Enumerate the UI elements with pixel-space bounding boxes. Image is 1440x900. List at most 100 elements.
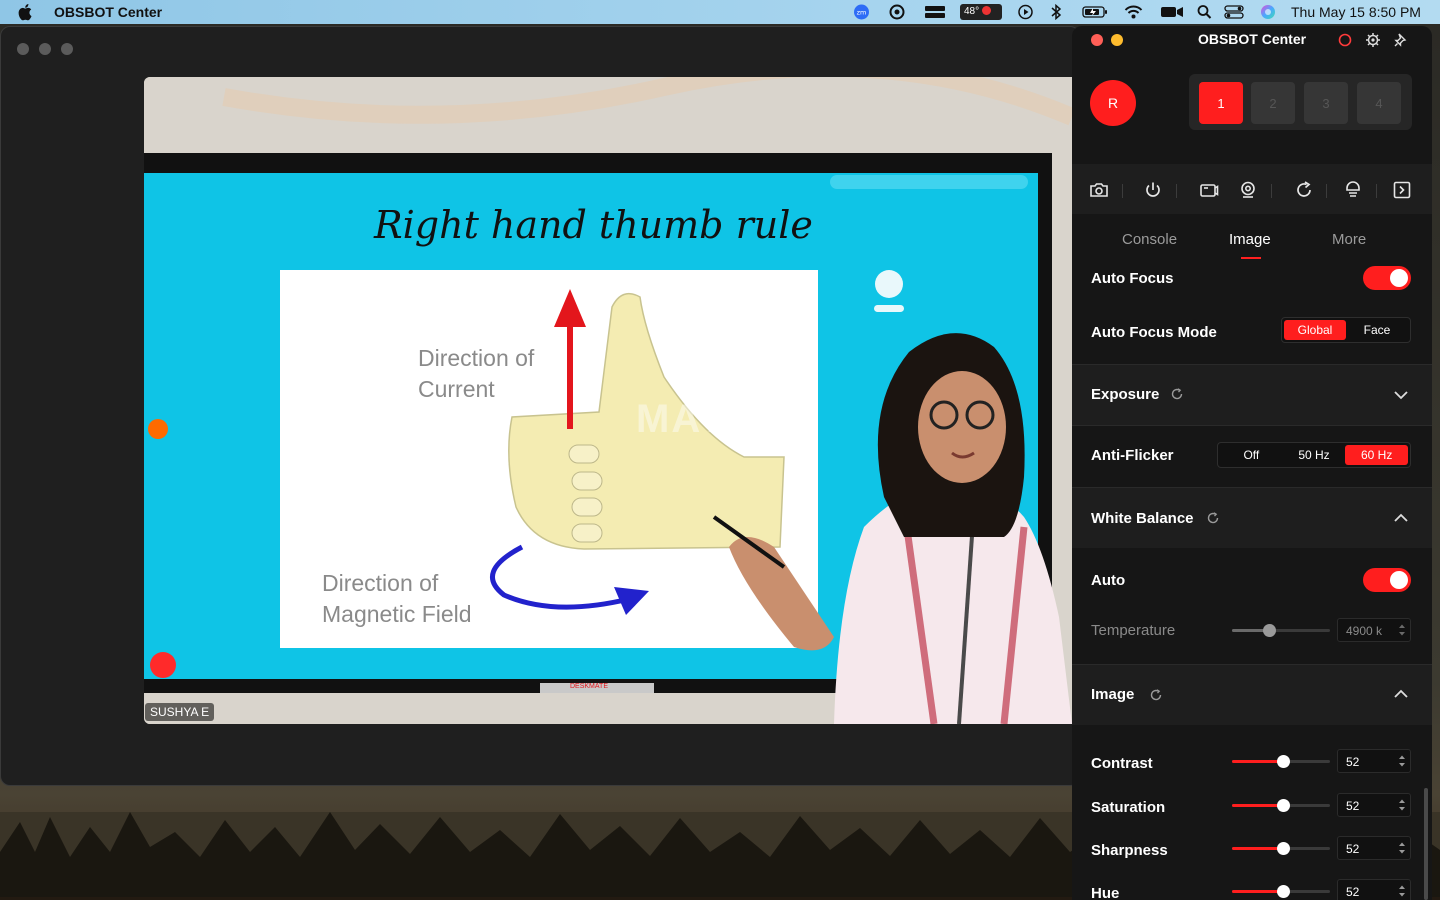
toggle-knob — [1390, 571, 1408, 589]
tab-console[interactable]: Console — [1122, 231, 1177, 248]
video-mode-icon[interactable] — [1199, 180, 1219, 200]
active-app-name[interactable]: OBSBOT Center — [54, 4, 162, 20]
panel-scrollbar[interactable] — [1424, 788, 1428, 900]
battery-icon[interactable] — [1082, 4, 1108, 20]
device-slot-label: 1 — [1217, 95, 1225, 111]
saturation-value-field[interactable]: 52 — [1337, 793, 1411, 817]
bluetooth-icon[interactable] — [1050, 4, 1062, 20]
tab-more[interactable]: More — [1332, 231, 1366, 248]
record-button-label: R — [1107, 95, 1119, 111]
gimbal-sleep-icon[interactable] — [1343, 180, 1363, 200]
pin-icon[interactable] — [1393, 32, 1409, 48]
board-watermark: MATE — [636, 397, 755, 441]
device-slot-2[interactable]: 2 — [1251, 82, 1295, 124]
auto-focus-label: Auto Focus — [1091, 270, 1174, 287]
board-bezel-brand: DESKMATE — [570, 683, 608, 690]
anti-flicker-label: Anti-Flicker — [1091, 447, 1174, 464]
white-balance-auto-toggle[interactable] — [1363, 568, 1411, 592]
white-balance-reset-icon[interactable] — [1207, 512, 1219, 524]
snapshot-camera-icon[interactable] — [1089, 180, 1109, 200]
deskmate-tray-icon[interactable] — [924, 4, 946, 20]
window-minimize-button[interactable] — [39, 43, 51, 55]
device-slot-4[interactable]: 4 — [1357, 82, 1401, 124]
reset-rotate-icon[interactable] — [1294, 180, 1314, 200]
image-section-header[interactable]: Image — [1072, 665, 1432, 725]
exposure-section-header[interactable]: Exposure — [1072, 365, 1432, 425]
collapse-panel-icon[interactable] — [1392, 180, 1412, 200]
temperature-label: Temperature — [1091, 622, 1176, 639]
exposure-reset-icon[interactable] — [1171, 388, 1183, 400]
saturation-value: 52 — [1346, 799, 1360, 813]
stepper-arrows-icon[interactable] — [1398, 883, 1406, 899]
menubar-clock[interactable]: Thu May 15 8:50 PM — [1291, 4, 1421, 20]
device-slot-bar: 1 2 3 4 — [1189, 74, 1412, 130]
control-center-icon[interactable] — [1224, 4, 1244, 20]
auto-focus-toggle[interactable] — [1363, 266, 1411, 290]
device-slot-label: 2 — [1269, 95, 1277, 111]
hue-row: Hue 52 — [1072, 878, 1432, 900]
hue-slider[interactable] — [1232, 885, 1330, 898]
window-zoom-button[interactable] — [61, 43, 73, 55]
stepper-arrows-icon[interactable] — [1398, 753, 1406, 769]
anti-flicker-off[interactable]: Off — [1220, 445, 1283, 465]
camera-tray-icon[interactable] — [1160, 4, 1184, 20]
contrast-slider-knob[interactable] — [1276, 755, 1290, 768]
webcam-icon[interactable] — [1238, 180, 1258, 200]
sharpness-slider[interactable] — [1232, 842, 1330, 855]
white-balance-section-header[interactable]: White Balance — [1072, 488, 1432, 548]
contrast-value-field[interactable]: 52 — [1337, 749, 1411, 773]
zoom-icon[interactable]: zm — [853, 4, 870, 20]
device-slot-1[interactable]: 1 — [1199, 82, 1243, 124]
hue-value-field[interactable]: 52 — [1337, 879, 1411, 900]
image-reset-icon[interactable] — [1150, 689, 1162, 701]
power-icon[interactable] — [1143, 180, 1163, 200]
image-section-label: Image — [1091, 686, 1135, 703]
temperature-slider[interactable] — [1232, 624, 1330, 637]
chevron-up-icon[interactable] — [1393, 513, 1409, 523]
siri-icon[interactable] — [1260, 4, 1276, 20]
anti-flicker-50hz[interactable]: 50 Hz — [1283, 445, 1346, 465]
saturation-label: Saturation — [1091, 799, 1166, 816]
anti-flicker-60hz[interactable]: 60 Hz — [1345, 445, 1409, 465]
saturation-slider-knob[interactable] — [1276, 799, 1290, 812]
chevron-down-icon[interactable] — [1393, 390, 1409, 400]
contrast-row: Contrast 52 — [1072, 746, 1432, 790]
participant-video[interactable]: Right hand thumb rule Direction of Curren… — [144, 77, 1072, 724]
saturation-slider-fill — [1232, 804, 1283, 807]
auto-focus-mode-selector: Global Face — [1281, 317, 1411, 343]
wifi-icon[interactable] — [1124, 4, 1143, 20]
contrast-value: 52 — [1346, 755, 1360, 769]
tab-image[interactable]: Image — [1229, 231, 1271, 248]
hue-label: Hue — [1091, 885, 1120, 900]
obsbot-tray-icon[interactable] — [889, 4, 905, 20]
window-close-button[interactable] — [17, 43, 29, 55]
chevron-up-icon[interactable] — [1393, 689, 1409, 699]
saturation-slider[interactable] — [1232, 799, 1330, 812]
settings-gear-icon[interactable] — [1365, 32, 1381, 48]
apple-icon[interactable] — [18, 3, 34, 21]
device-slot-3[interactable]: 3 — [1304, 82, 1348, 124]
weather-temp: 48° — [964, 6, 980, 17]
white-balance-auto-label: Auto — [1091, 572, 1126, 589]
sharpness-slider-knob[interactable] — [1276, 842, 1290, 855]
record-button[interactable]: R — [1090, 80, 1136, 126]
sharpness-label: Sharpness — [1091, 842, 1168, 859]
hue-slider-knob[interactable] — [1276, 885, 1290, 898]
white-balance-label: White Balance — [1091, 510, 1194, 527]
focus-mode-face[interactable]: Face — [1346, 320, 1408, 340]
temperature-slider-knob[interactable] — [1263, 624, 1277, 637]
record-indicator-icon[interactable] — [1337, 32, 1353, 48]
stepper-arrows-icon[interactable] — [1398, 840, 1406, 856]
temperature-value-field[interactable]: 4900 k — [1337, 618, 1411, 642]
spotlight-search-icon[interactable] — [1197, 4, 1212, 20]
stepper-arrows-icon[interactable] — [1398, 622, 1406, 638]
sharpness-value-field[interactable]: 52 — [1337, 836, 1411, 860]
contrast-slider[interactable] — [1232, 755, 1330, 768]
stepper-arrows-icon[interactable] — [1398, 797, 1406, 813]
saturation-row: Saturation 52 — [1072, 790, 1432, 834]
weather-badge[interactable]: 48° — [960, 4, 1002, 20]
toolbar-separator — [1122, 184, 1123, 198]
play-icon[interactable] — [1018, 4, 1033, 20]
toolbar-separator — [1376, 184, 1377, 198]
focus-mode-global[interactable]: Global — [1284, 320, 1346, 340]
